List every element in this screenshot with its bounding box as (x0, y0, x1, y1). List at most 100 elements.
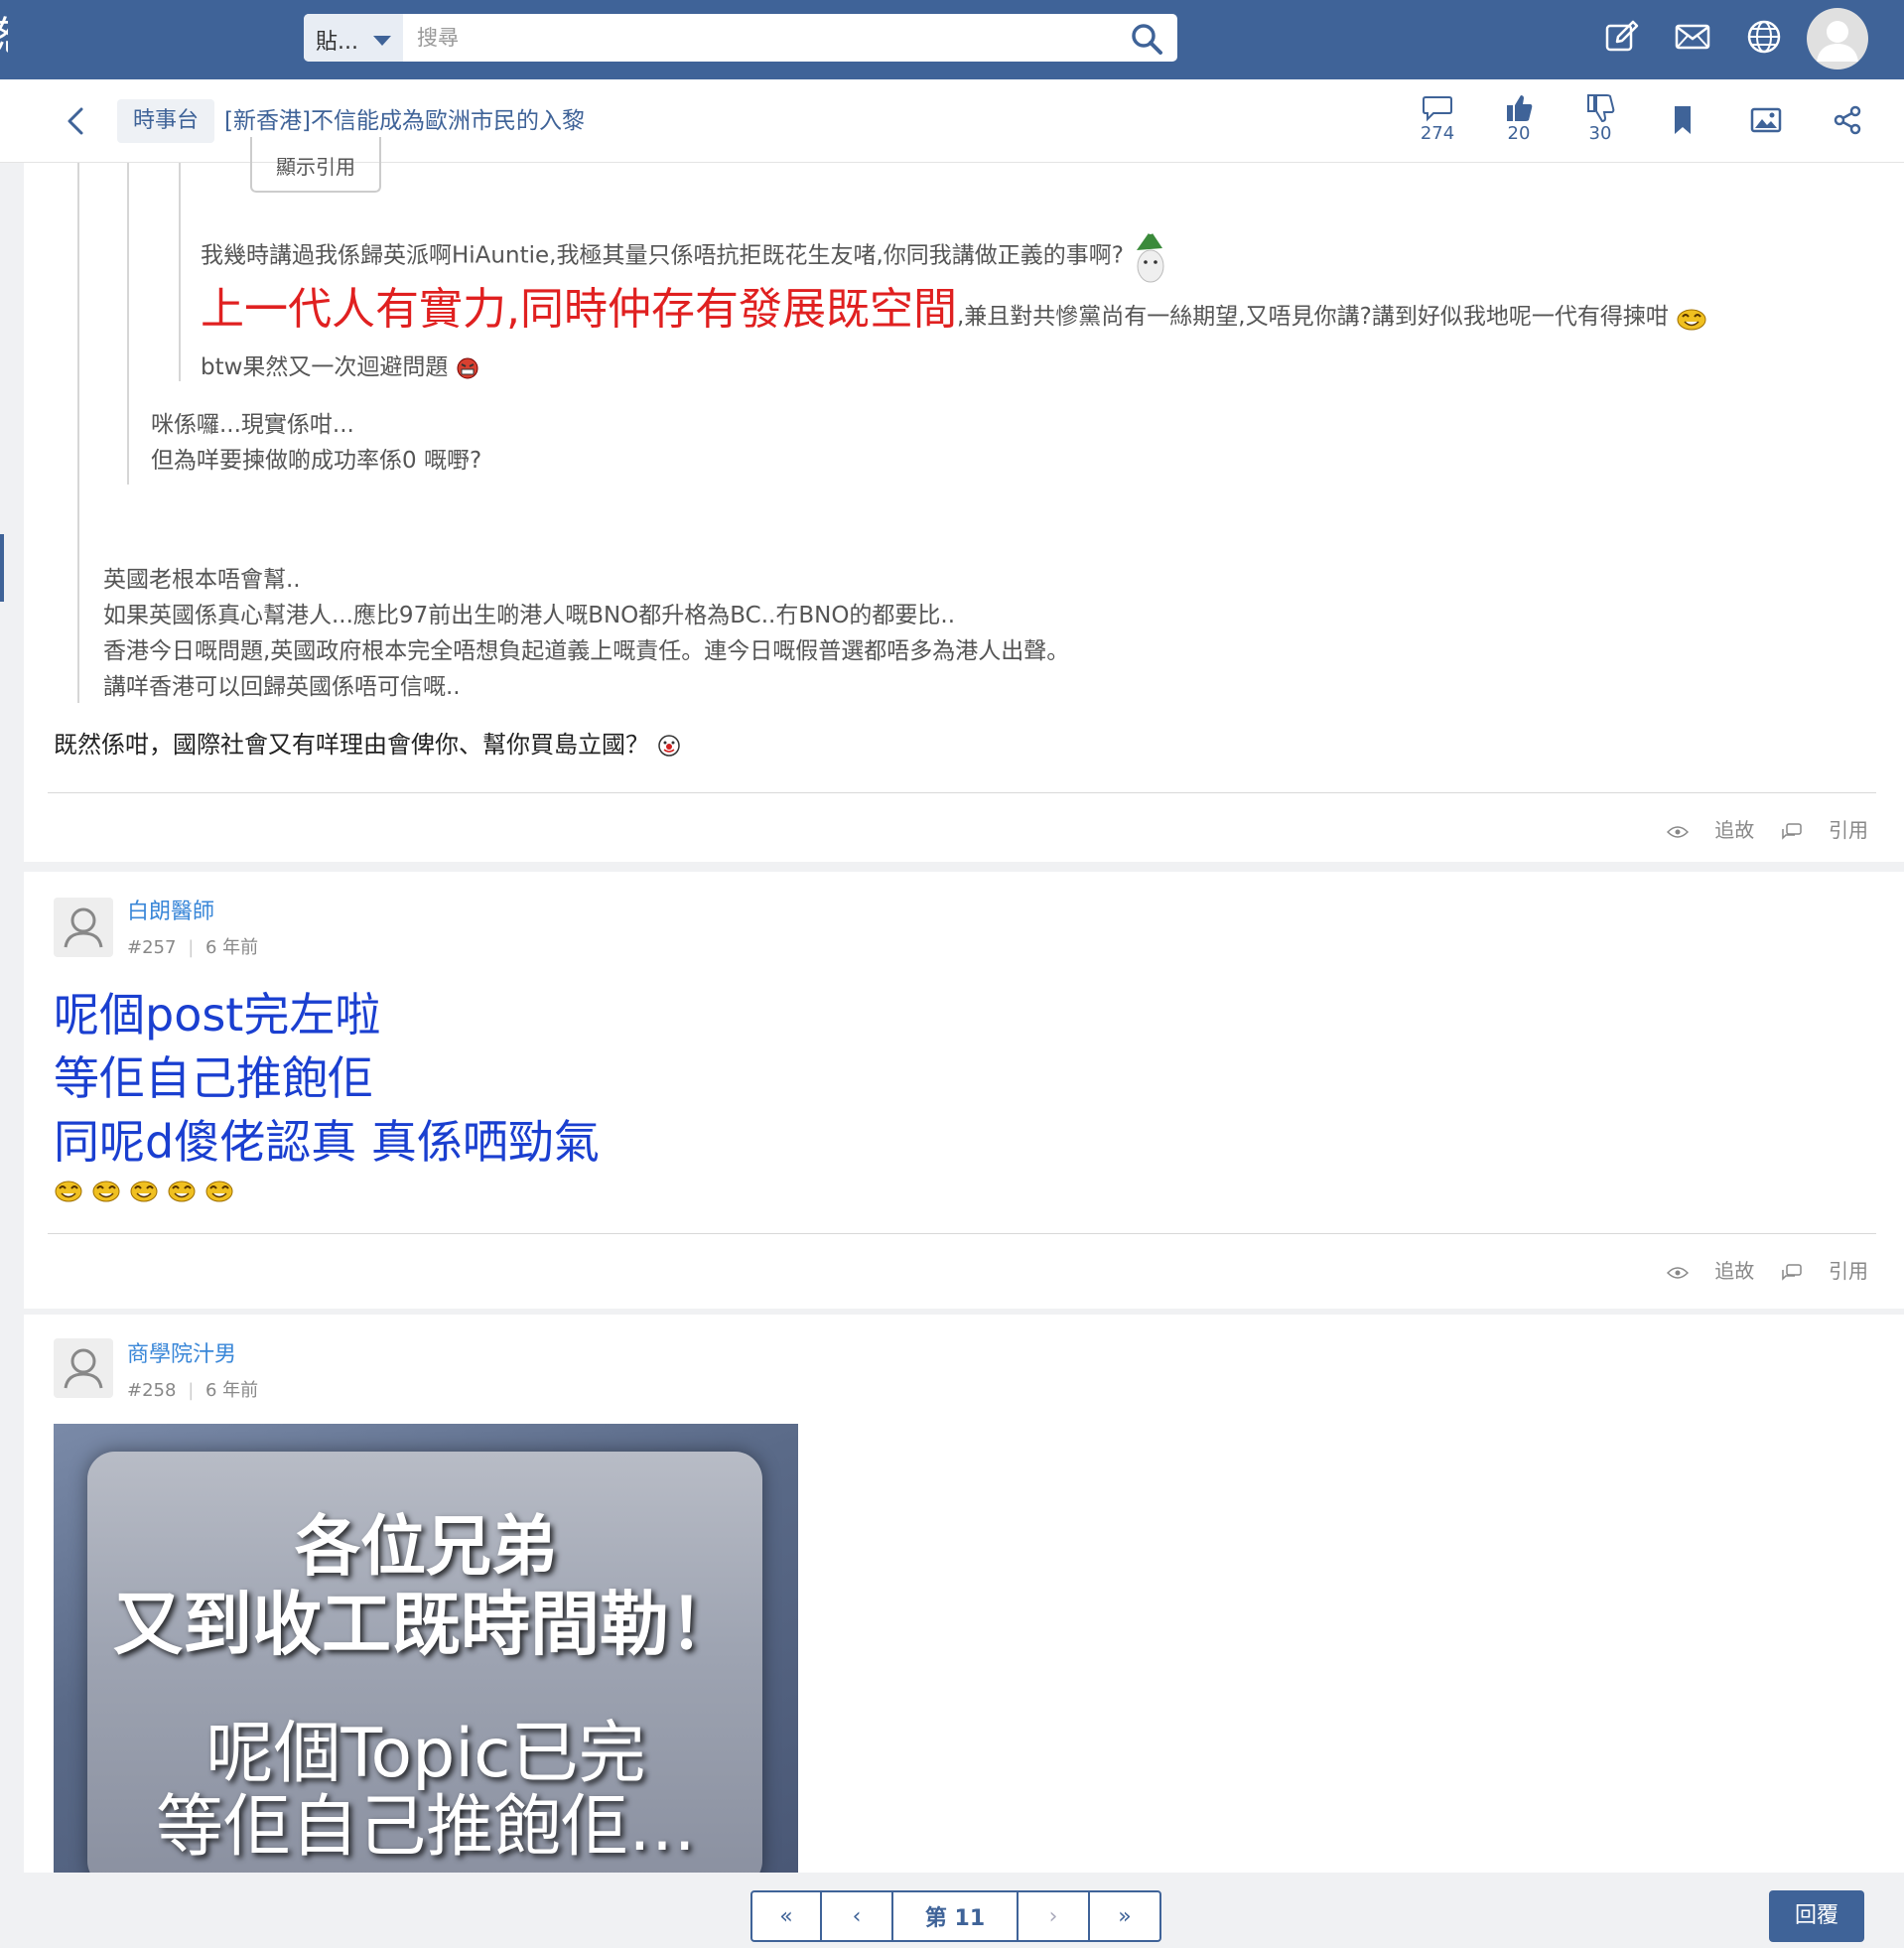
quote-text: 我幾時講過我係歸英派啊HiAuntie,我極其量只係唔抗拒既花生友啫,你同我講做… (201, 228, 1170, 284)
image-toggle-icon[interactable] (1749, 103, 1783, 137)
bottom-bar: « ‹ 第 11 › » 回覆 (0, 1873, 1904, 1948)
post-image[interactable]: 各位兄弟 又到收工既時間勒！ 呢個Topic已完 等佢自己推飽佢… (54, 1424, 798, 1873)
search-input[interactable] (417, 14, 1102, 62)
post-body-text: 既然係咁，國際社會又有咩理由會俾你、幫你買島立國？ (54, 731, 649, 759)
dislikes-count: 30 (1588, 123, 1612, 144)
quote-text-line: 講咩香港可以回歸英國係唔可信嘅.. (103, 674, 461, 700)
post-257: 白朗醫師 #257 | 6 年前 呢個post完左啦 等佢自己推飽佢 同呢d傻佬… (24, 872, 1904, 1309)
page-selector[interactable]: 第 11 (893, 1892, 1019, 1940)
search-bar: 貼... (304, 14, 1177, 62)
bookmark-icon[interactable] (1666, 103, 1700, 137)
user-avatar[interactable] (1807, 8, 1868, 70)
search-scope-label: 貼... (316, 30, 358, 55)
search-scope-select[interactable]: 貼... (304, 14, 403, 62)
quote-text: 咪係囉...現實係咁... 但為咩要揀做啲成功率係0 嘅嘢? (151, 407, 481, 479)
follow-button[interactable]: 追故 (1666, 1259, 1761, 1283)
quote-bubble-icon (1781, 822, 1802, 840)
image-text: 又到收工既時間勒！ (113, 1584, 739, 1665)
alpaca-santa-emoji-icon (1137, 228, 1164, 283)
category-chip[interactable]: 時事台 (117, 99, 214, 143)
first-page-button[interactable]: « (752, 1892, 822, 1940)
quote-label: 引用 (1829, 818, 1868, 842)
quote-text: 英國老根本唔會幫.. 如果英國係真心幫港人...應比97前出生啲港人嘅BNO都升… (103, 562, 1069, 705)
post-line: 同呢d傻佬認真 真係哂勁氣 (54, 1115, 600, 1169)
post-actions: 追故 引用 (1647, 814, 1868, 843)
thumbs-down-icon (1587, 94, 1615, 123)
quote-text-line: btw果然又一次迴避問題 (201, 354, 449, 380)
author-name[interactable]: 白朗醫師 (127, 894, 214, 925)
post-meta: #258 | 6 年前 (127, 1380, 259, 1401)
post-time: 6 年前 (205, 937, 259, 958)
show-quote-button[interactable]: 顯示引用 (250, 137, 381, 193)
thumbs-up-icon (1507, 95, 1533, 121)
quote-text-with-highlight: 上一代人有實力,同時仲存有發展既空間,兼且對共慘黨尚有一絲期望,又唔見你講?講到… (201, 280, 1707, 347)
follow-button[interactable]: 追故 (1666, 818, 1761, 842)
mail-icon[interactable] (1674, 18, 1711, 56)
follow-label: 追故 (1714, 1259, 1755, 1283)
post-divider (48, 1233, 1876, 1234)
share-icon[interactable] (1831, 103, 1864, 137)
quote-border-middle (127, 163, 129, 485)
default-user-icon (64, 1348, 103, 1389)
likes-count: 20 (1507, 123, 1531, 144)
quote-text-line: 英國老根本唔會幫.. (103, 567, 301, 593)
quote-text-line: 如果英國係真心幫港人...應比97前出生啲港人嘅BNO都升格為BC..冇BNO的… (103, 603, 956, 628)
post-meta: #257 | 6 年前 (127, 937, 259, 958)
quote-text-line: 咪係囉...現實係咁... (151, 412, 354, 438)
top-navbar: 怒 貼... (0, 0, 1904, 79)
quote-text-line: 但為咩要揀做啲成功率係0 嘅嘢? (151, 448, 482, 474)
emoji-row (54, 1176, 242, 1207)
comments-count: 274 (1420, 123, 1455, 144)
clown-emoji-icon (657, 735, 680, 757)
author-name[interactable]: 商學院汁男 (127, 1336, 236, 1368)
globe-icon[interactable] (1745, 18, 1783, 56)
quote-text-line: 香港今日嘅問題,英國政府根本完全唔想負起道義上嘅責任。連今日嘅假普選都唔多為港人… (103, 638, 1070, 664)
chevron-down-icon (373, 36, 391, 46)
follow-label: 追故 (1714, 818, 1755, 842)
post-body-large: 呢個post完左啦 等佢自己推飽佢 同呢d傻佬認真 真係哂勁氣 (54, 983, 600, 1174)
quote-text-line: 我幾時講過我係歸英派啊HiAuntie,我極其量只係唔抗拒既花生友啫,你同我講做… (201, 242, 1124, 269)
post-line: 呢個post完左啦 (54, 988, 381, 1042)
quote-text: btw果然又一次迴避問題 (201, 349, 479, 385)
comments-stat[interactable]: 274 (1408, 93, 1467, 153)
last-page-button[interactable]: » (1090, 1892, 1159, 1940)
laughing-emoji-icon (1677, 309, 1706, 330)
quote-bubble-icon (1781, 1263, 1802, 1281)
logo-edge[interactable]: 怒 (0, 14, 8, 60)
quote-border-inner (179, 163, 181, 381)
angry-emoji-icon (457, 357, 478, 378)
back-arrow-icon[interactable] (62, 103, 91, 139)
quote-button[interactable]: 引用 (1781, 818, 1868, 842)
post-divider (48, 792, 1876, 793)
reply-button[interactable]: 回覆 (1769, 1890, 1864, 1942)
quote-button[interactable]: 引用 (1781, 1259, 1868, 1283)
pagination: « ‹ 第 11 › » (750, 1890, 1161, 1942)
prev-page-button[interactable]: ‹ (822, 1892, 893, 1940)
post-body: 既然係咁，國際社會又有咩理由會俾你、幫你買島立國？ (54, 727, 681, 763)
eye-icon (1666, 825, 1689, 838)
search-icon[interactable] (1130, 22, 1163, 56)
laughing-emoji-icon (55, 1181, 233, 1202)
comment-bubble-icon (1423, 96, 1452, 122)
default-user-icon (64, 907, 103, 948)
scroll-indicator (0, 534, 4, 602)
user-icon (1817, 21, 1858, 62)
post-line: 等佢自己推飽佢 (54, 1051, 373, 1105)
post-time: 6 年前 (205, 1380, 259, 1401)
post-actions: 追故 引用 (1647, 1255, 1868, 1284)
quote-label: 引用 (1829, 1259, 1868, 1283)
quote-border-outer (77, 163, 79, 703)
next-page-button[interactable]: › (1019, 1892, 1090, 1940)
post-256: 顯示引用 我幾時講過我係歸英派啊HiAuntie,我極其量只係唔抗拒既花生友啫,… (24, 137, 1904, 862)
author-avatar[interactable] (54, 1338, 113, 1398)
image-text: 等佢自己推飽佢… (155, 1788, 696, 1867)
quote-text-line: ,兼且對共慘黨尚有一絲期望,又唔見你講?講到好似我地呢一代有得揀咁 (957, 304, 1669, 330)
likes-stat[interactable]: 20 (1489, 93, 1549, 153)
eye-icon (1666, 1266, 1689, 1279)
compose-icon[interactable] (1602, 18, 1640, 56)
post-number: #257 (127, 937, 177, 958)
dislikes-stat[interactable]: 30 (1570, 93, 1630, 153)
post-number: #258 (127, 1380, 177, 1401)
highlight-red-text: 上一代人有實力,同時仲存有發展既空間 (201, 284, 957, 335)
author-avatar[interactable] (54, 898, 113, 957)
